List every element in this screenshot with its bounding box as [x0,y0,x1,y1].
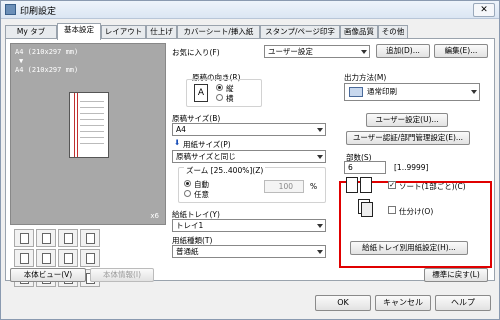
page-a-icon[interactable] [58,249,78,267]
preview-paper-size: A4 (210x297 mm) [15,66,79,74]
zoom-unit: % [310,182,318,191]
print-settings-window: 印刷設定 ✕ My タブ 基本設定 レイアウト 仕上げ カバーシート/挿入紙 ス… [0,0,500,320]
duplex-icon[interactable] [36,229,56,247]
portrait-radio[interactable] [216,84,223,91]
offset-icon [358,199,374,217]
copy-icon[interactable] [58,229,78,247]
tray-select[interactable]: トレイ1 [172,219,326,232]
output-method-label: 出力方法(M) [344,73,387,82]
tab-stamp[interactable]: スタンプ/ページ印字 [260,25,340,39]
zoom-auto-radio[interactable] [184,180,191,187]
down-arrow-icon: ⬇ [174,138,181,147]
chevron-down-icon [317,155,323,159]
output-method-select[interactable]: 通常印刷 [344,83,480,101]
paper-size-label: 用紙サイズ(P) [183,140,231,149]
tray-paper-settings-button[interactable]: 給紙トレイ別用紙設定(H)... [350,241,468,255]
edit-favorite-button[interactable]: 編集(E)... [434,44,488,58]
zoom-manual-label: 任意 [194,190,209,199]
preview-arrow: ▼ [19,57,24,65]
zoom-label: ズーム [25..400%](Z) [184,165,266,176]
print-preview: A4 (210x297 mm) ▼ A4 (210x297 mm) x6 [10,43,166,225]
original-size-select[interactable]: A4 [172,123,326,136]
preview-paper [69,92,109,158]
tab-cover-sheet[interactable]: カバーシート/挿入紙 [177,25,260,39]
offset-checkbox[interactable] [388,206,396,214]
window-title: 印刷設定 [20,7,57,17]
printer-device-icon[interactable] [14,229,34,247]
chevron-down-icon [317,224,323,228]
collate-label: ソート(1部ごと)(C) [399,182,466,191]
collate-icon [346,177,376,195]
paper-size-select[interactable]: 原稿サイズと同じ [172,150,326,163]
favorites-select[interactable]: ユーザー設定 [264,45,370,58]
landscape-radio[interactable] [216,94,223,101]
close-button[interactable]: ✕ [473,3,495,17]
basic-settings-panel: A4 (210x297 mm) ▼ A4 (210x297 mm) x6 本体ビ… [5,38,495,287]
offset-label: 仕分け(O) [399,207,434,216]
favorites-label: お気に入り(F) [172,48,220,57]
chevron-down-icon [317,128,323,132]
title-bar: 印刷設定 ✕ [1,1,499,19]
punch-icon[interactable] [80,249,100,267]
tab-finishing[interactable]: 仕上げ [146,25,177,39]
stack-icon[interactable] [14,249,34,267]
staple-icon[interactable] [36,249,56,267]
preview-copies-badge: x6 [150,212,159,220]
tab-other[interactable]: その他 [378,25,408,39]
chevron-down-icon [361,50,367,54]
chevron-down-icon [471,90,477,94]
landscape-label: 横 [226,94,234,103]
zoom-manual-radio[interactable] [184,190,191,197]
user-auth-button[interactable]: ユーザー認証/部門管理設定(E)... [346,131,470,145]
printer-icon [5,4,16,15]
restore-defaults-button[interactable]: 標準に戻す(L) [424,268,488,282]
device-info-button: 本体情報(I) [90,268,154,282]
copies-input[interactable]: 6 [344,161,386,174]
collate-checkbox[interactable]: ✓ [388,181,396,189]
paper-type-select[interactable]: 普通紙 [172,245,326,258]
ok-button[interactable]: OK [315,295,371,311]
preview-original-size: A4 (210x297 mm) [15,48,79,56]
booklet-icon[interactable] [80,229,100,247]
tab-layout[interactable]: レイアウト [101,25,146,39]
portrait-icon: A [194,84,208,102]
user-settings-button[interactable]: ユーザー設定(U)... [366,113,448,127]
output-print-icon [349,87,363,97]
tab-image-quality[interactable]: 画像品質 [340,25,378,39]
zoom-input: 100 [264,180,304,193]
chevron-down-icon [317,250,323,254]
tab-basic[interactable]: 基本設定 [57,23,101,40]
device-view-button[interactable]: 本体ビュー(V) [10,268,86,282]
help-button[interactable]: ヘルプ [435,295,491,311]
cancel-button[interactable]: キャンセル [375,295,431,311]
copies-range: [1..9999] [394,163,429,172]
tab-my-tab[interactable]: My タブ [5,25,57,39]
add-favorite-button[interactable]: 追加(D)... [376,44,430,58]
